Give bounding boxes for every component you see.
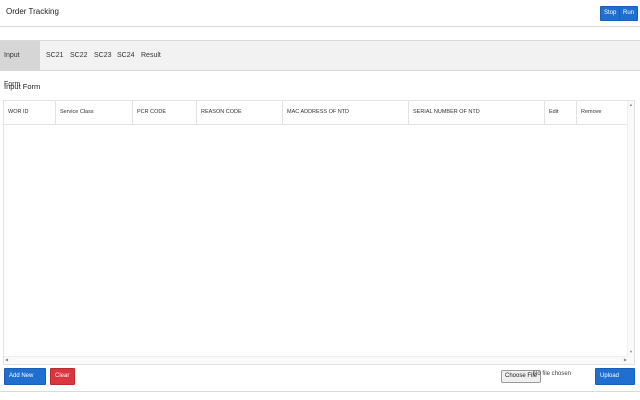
tab-sc22[interactable]: SC22 xyxy=(66,41,92,70)
grid-header-row: WOR ID Service Class PCR CODE REASON COD… xyxy=(4,101,628,125)
clear-all-button[interactable]: Clear All xyxy=(50,368,75,394)
app-header: Order Tracking Stop Run xyxy=(0,0,640,27)
column-header-mac-address[interactable]: MAC ADDRESS OF NTD xyxy=(283,101,409,124)
column-header-edit[interactable]: Edit xyxy=(545,101,577,124)
scroll-up-icon[interactable]: ▲ xyxy=(629,102,633,107)
section-title: Input Form xyxy=(4,82,41,91)
tab-bar: Input Form SC21 SC22 SC23 SC24 Result xyxy=(0,40,640,88)
tab-sc21[interactable]: SC21 xyxy=(42,41,68,70)
orders-grid: WOR ID Service Class PCR CODE REASON COD… xyxy=(3,100,635,365)
column-header-service-class[interactable]: Service Class xyxy=(56,101,133,124)
add-new-order-button[interactable]: Add New Order xyxy=(4,368,46,394)
stop-button[interactable]: Stop xyxy=(600,6,621,21)
run-button[interactable]: Run xyxy=(619,6,639,21)
horizontal-scrollbar[interactable]: ◀ ▶ xyxy=(4,356,628,364)
header-spacer xyxy=(0,27,640,40)
tab-sc24[interactable]: SC24 xyxy=(113,41,139,70)
scroll-down-icon[interactable]: ▼ xyxy=(629,349,633,354)
column-header-remove[interactable]: Remove xyxy=(577,101,628,124)
scroll-left-icon[interactable]: ◀ xyxy=(5,357,8,362)
footer-divider xyxy=(0,391,640,392)
tab-input-form[interactable]: Input Form xyxy=(0,41,40,88)
upload-orders-button[interactable]: Upload Orders xyxy=(595,368,635,394)
file-status-text: No file chosen xyxy=(533,371,572,377)
vertical-scrollbar[interactable]: ▲ ▼ xyxy=(627,101,634,364)
tab-result[interactable]: Result xyxy=(137,41,165,70)
tab-sc23[interactable]: SC23 xyxy=(90,41,116,70)
app-title: Order Tracking xyxy=(6,7,59,16)
column-header-wor-id[interactable]: WOR ID xyxy=(4,101,56,124)
scroll-right-icon[interactable]: ▶ xyxy=(624,357,627,362)
column-header-reason-code[interactable]: REASON CODE xyxy=(197,101,283,124)
column-header-pcr-code[interactable]: PCR CODE xyxy=(133,101,197,124)
column-header-serial-number[interactable]: SERIAL NUMBER OF NTD xyxy=(409,101,545,124)
